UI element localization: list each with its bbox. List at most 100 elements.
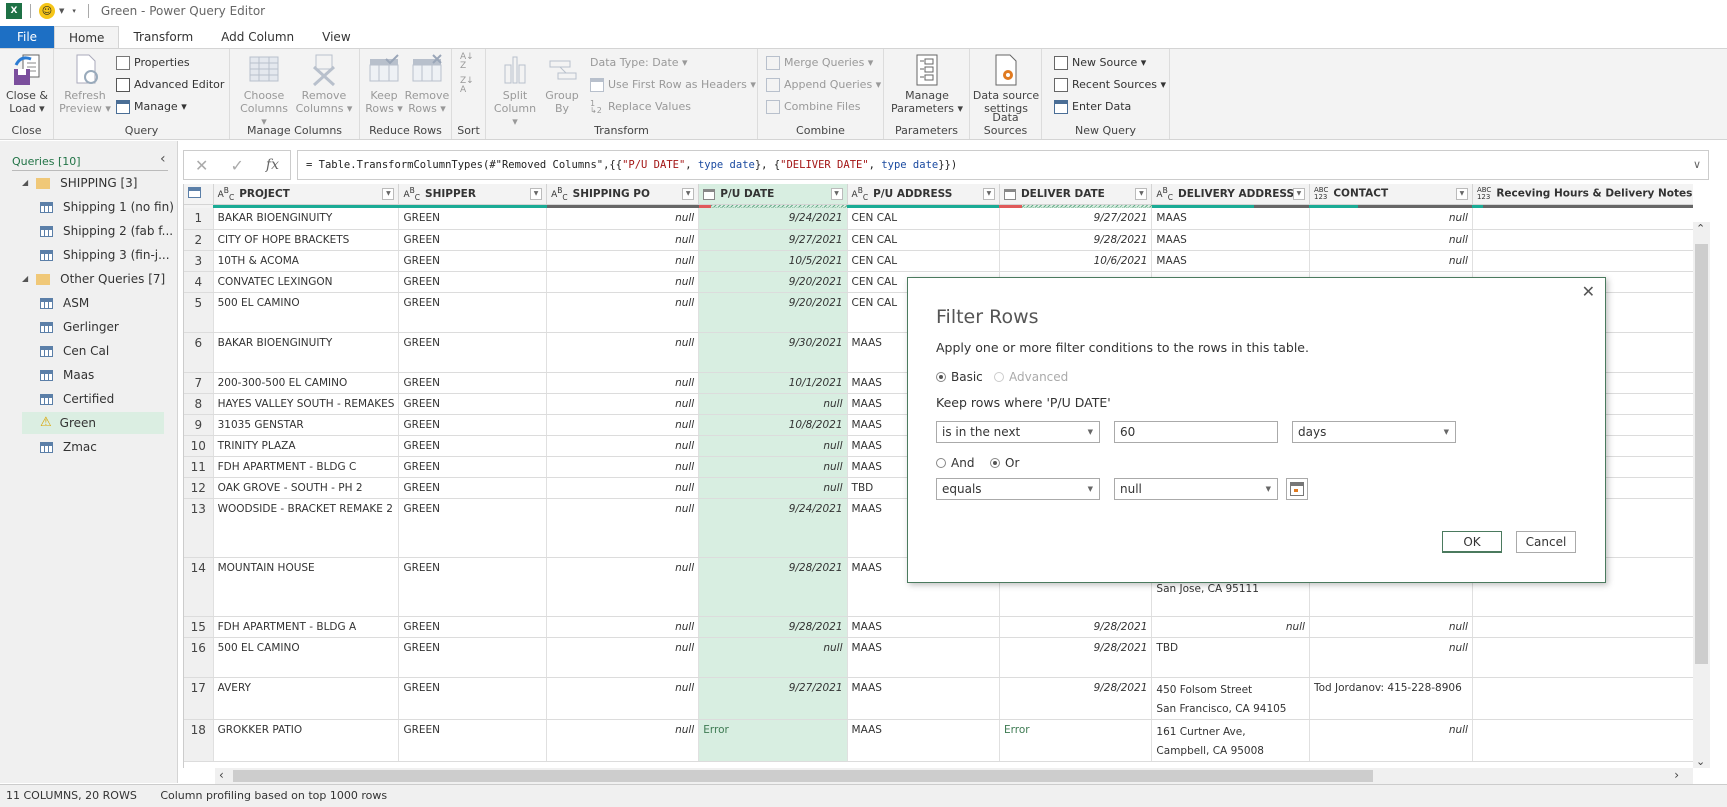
remove-rows-button[interactable]: Remove Rows ▾ xyxy=(404,53,450,115)
recent-sources-button[interactable]: Recent Sources ▾ xyxy=(1054,75,1166,95)
query-item-asm[interactable]: ASM xyxy=(40,292,89,314)
table-cell[interactable]: OAK GROVE - SOUTH - PH 2 xyxy=(213,477,400,499)
column-header[interactable]: DELIVER DATE ▼ xyxy=(999,184,1153,205)
row-number[interactable]: 11 xyxy=(184,456,214,478)
scroll-down-icon[interactable]: ⌄ xyxy=(1696,755,1705,768)
scroll-up-icon[interactable]: ⌃ xyxy=(1696,222,1705,235)
scroll-left-icon[interactable]: ‹ xyxy=(219,768,224,782)
column-header[interactable]: ABC 123 CONTACT ▼ xyxy=(1309,184,1473,205)
table-cell[interactable]: 9/28/2021 xyxy=(999,229,1153,251)
tab-add-column[interactable]: Add Column xyxy=(207,26,308,48)
manage-parameters-button[interactable]: Manage Parameters ▾ xyxy=(888,53,966,115)
row-number[interactable]: 14 xyxy=(184,557,214,617)
date-picker-button[interactable] xyxy=(1286,478,1308,500)
table-cell[interactable]: MAAS xyxy=(1151,250,1310,272)
table-cell[interactable]: null xyxy=(546,637,700,678)
table-cell[interactable]: MAAS xyxy=(1151,208,1310,230)
table-cell[interactable]: null xyxy=(1309,250,1473,272)
replace-values-button[interactable]: 1 ↳2 Replace Values xyxy=(590,97,691,117)
column-header[interactable]: ABC 123 Receving Hours & Delivery Notes xyxy=(1472,184,1693,205)
table-cell[interactable]: Tod Jordanov: 415-228-8906 xyxy=(1309,677,1473,720)
choose-columns-button[interactable]: Choose Columns ▾ xyxy=(236,53,292,128)
table-cell[interactable]: GREEN xyxy=(398,719,548,762)
new-source-button[interactable]: New Source ▾ xyxy=(1054,53,1146,73)
tab-home[interactable]: Home xyxy=(54,26,120,48)
table-cell[interactable]: 9/27/2021 xyxy=(698,677,848,720)
vertical-scroll-thumb[interactable] xyxy=(1695,244,1708,664)
table-cell[interactable]: null xyxy=(698,456,848,478)
table-cell[interactable]: GREEN xyxy=(398,677,548,720)
column-header[interactable]: ABC SHIPPING PO ▼ xyxy=(546,184,700,205)
table-cell[interactable]: 9/28/2021 xyxy=(999,677,1153,720)
fx-icon[interactable]: fx xyxy=(266,157,279,173)
table-cell[interactable]: MAAS xyxy=(847,637,1000,678)
advanced-editor-button[interactable]: Advanced Editor xyxy=(116,75,224,95)
manage-button[interactable]: Manage ▾ xyxy=(116,97,187,117)
row-number[interactable]: 4 xyxy=(184,271,214,293)
table-cell[interactable]: 500 EL CAMINO xyxy=(213,637,400,678)
column-header[interactable]: ABC DELIVERY ADDRESS ▼ xyxy=(1151,184,1310,205)
table-cell[interactable]: null xyxy=(1309,719,1473,762)
row-number[interactable]: 13 xyxy=(184,498,214,558)
row-number[interactable]: 8 xyxy=(184,393,214,415)
combine-files-button[interactable]: Combine Files xyxy=(766,97,861,117)
table-cell[interactable]: null xyxy=(546,477,700,499)
query-group-other[interactable]: ◢ Other Queries [7] xyxy=(22,268,165,290)
table-cell[interactable]: null xyxy=(546,557,700,617)
table-cell[interactable]: null xyxy=(1309,637,1473,678)
column-header[interactable]: ABC PROJECT ▼ xyxy=(213,184,400,205)
vertical-scrollbar[interactable]: ⌃ ⌄ xyxy=(1693,222,1710,768)
table-row[interactable]: 16 500 EL CAMINO GREEN null null MAAS 9/28/202… xyxy=(184,637,1693,678)
column-header[interactable]: P/U DATE ▼ xyxy=(698,184,848,205)
table-cell[interactable]: GREEN xyxy=(398,393,548,415)
properties-button[interactable]: Properties xyxy=(116,53,190,73)
row-number[interactable]: 16 xyxy=(184,637,214,678)
close-icon[interactable]: ✕ xyxy=(1582,282,1595,301)
table-cell[interactable]: MAAS xyxy=(1151,229,1310,251)
row-number[interactable]: 7 xyxy=(184,372,214,394)
query-item-shipping-3[interactable]: Shipping 3 (fin-j... xyxy=(40,244,170,266)
append-queries-button[interactable]: Append Queries ▾ xyxy=(766,75,881,95)
table-cell[interactable]: null xyxy=(546,435,700,457)
table-cell[interactable]: 9/28/2021 xyxy=(698,557,848,617)
table-cell[interactable]: null xyxy=(546,250,700,272)
table-cell[interactable]: null xyxy=(1309,208,1473,230)
table-cell[interactable]: 9/24/2021 xyxy=(698,498,848,558)
data-source-settings-button[interactable]: Data source settings xyxy=(972,53,1040,115)
table-cell[interactable]: TRINITY PLAZA xyxy=(213,435,400,457)
table-cell[interactable]: HAYES VALLEY SOUTH - REMAKES xyxy=(213,393,400,415)
table-cell[interactable]: 9/30/2021 xyxy=(698,332,848,373)
table-cell[interactable]: Error xyxy=(999,719,1153,762)
query-item-maas[interactable]: Maas xyxy=(40,364,94,386)
sort-descending-button[interactable]: Z↓ A xyxy=(460,77,476,97)
table-cell[interactable]: 10/6/2021 xyxy=(999,250,1153,272)
table-row[interactable]: 18 GROKKER PATIO GREEN null Error MAAS Error 16… xyxy=(184,719,1693,762)
table-cell[interactable]: BAKAR BIOENGINUITY xyxy=(213,332,400,373)
query-item-shipping-1[interactable]: Shipping 1 (no fin) xyxy=(40,196,174,218)
cancel-button[interactable]: Cancel xyxy=(1516,531,1576,553)
table-row[interactable]: 2 CITY OF HOPE BRACKETS GREEN null 9/27/2021… xyxy=(184,229,1693,251)
table-cell[interactable]: GREEN xyxy=(398,372,548,394)
use-first-row-headers-button[interactable]: Use First Row as Headers ▾ xyxy=(590,75,756,95)
row-number[interactable]: 9 xyxy=(184,414,214,436)
column-header[interactable]: ABC SHIPPER ▼ xyxy=(398,184,548,205)
table-cell[interactable]: WOODSIDE - BRACKET REMAKE 2 xyxy=(213,498,400,558)
table-cell[interactable]: MAAS xyxy=(847,616,1000,638)
table-cell[interactable]: GREEN xyxy=(398,637,548,678)
column-filter-dropdown-icon[interactable]: ▼ xyxy=(530,188,543,200)
table-cell[interactable]: CEN CAL xyxy=(847,208,1000,230)
table-cell[interactable]: GREEN xyxy=(398,616,548,638)
query-item-gerlinger[interactable]: Gerlinger xyxy=(40,316,119,338)
table-cell[interactable]: 200-300-500 EL CAMINO xyxy=(213,372,400,394)
table-row[interactable]: 1 BAKAR BIOENGINUITY GREEN null 9/24/2021 CEN… xyxy=(184,208,1693,230)
column-type-icon[interactable]: ABC 123 xyxy=(1477,186,1491,200)
table-cell[interactable]: MAAS xyxy=(847,677,1000,720)
query-item-cen-cal[interactable]: Cen Cal xyxy=(40,340,109,362)
expand-triangle-icon[interactable]: ◢ xyxy=(22,172,28,194)
table-cell[interactable] xyxy=(1472,208,1693,230)
row-number[interactable]: 6 xyxy=(184,332,214,373)
table-cell[interactable]: null xyxy=(1309,616,1473,638)
remove-columns-button[interactable]: Remove Columns ▾ xyxy=(294,53,354,115)
table-cell[interactable]: 9/27/2021 xyxy=(999,208,1153,230)
column-filter-dropdown-icon[interactable]: ▼ xyxy=(1292,188,1305,200)
